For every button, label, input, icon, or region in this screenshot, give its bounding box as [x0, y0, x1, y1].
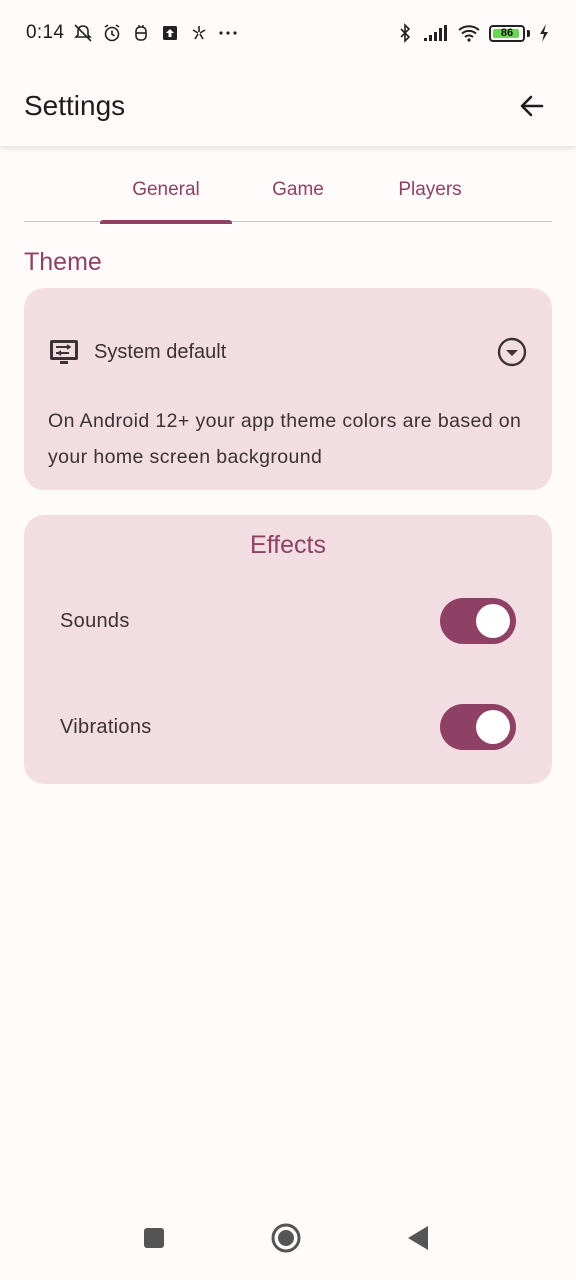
toggle-thumb: [476, 710, 510, 744]
tab-label: Game: [272, 179, 324, 200]
vibrations-label: Vibrations: [60, 715, 152, 738]
upload-icon: [163, 26, 178, 40]
effects-card: Effects Sounds Vibrations: [24, 515, 552, 784]
settings-screen: 0:14 86 Settings General Game Players Th…: [0, 0, 576, 1280]
sounds-toggle[interactable]: [440, 598, 516, 644]
navigation-bar: [0, 1206, 576, 1280]
status-right: 86: [395, 23, 550, 43]
theme-card: System default On Android 12+ your app t…: [24, 288, 552, 490]
effects-title: Effects: [250, 531, 326, 559]
home-button[interactable]: [266, 1218, 306, 1258]
sounds-label: Sounds: [60, 609, 130, 632]
recents-button[interactable]: [134, 1218, 174, 1258]
tab-label: Players: [398, 179, 462, 200]
sounds-row: Sounds: [60, 597, 516, 645]
bluetooth-icon: [400, 23, 411, 43]
back-button[interactable]: [512, 86, 552, 126]
alarm-icon: [104, 24, 120, 42]
app-notification-icon: [135, 25, 147, 41]
status-bar: 0:14 86: [0, 0, 576, 66]
theme-dropdown[interactable]: System default: [48, 336, 528, 368]
tab-players[interactable]: Players: [364, 158, 496, 222]
charging-icon: [540, 24, 548, 42]
tab-game[interactable]: Game: [232, 158, 364, 222]
muted-notifications-icon: [74, 24, 93, 42]
chevron-down-icon[interactable]: [496, 336, 528, 368]
battery-level: 86: [500, 27, 514, 39]
arrow-back-icon: [520, 95, 544, 117]
recents-icon: [144, 1228, 164, 1248]
home-icon: [271, 1223, 301, 1253]
nav-back-button[interactable]: [398, 1218, 438, 1258]
app-bar: Settings: [0, 66, 576, 146]
toggle-thumb: [476, 604, 510, 638]
more-icon: [219, 31, 237, 35]
theme-selected-value: System default: [94, 340, 227, 363]
wifi-icon: [458, 25, 480, 42]
page-title: Settings: [24, 90, 126, 121]
tab-label: General: [132, 179, 200, 200]
battery-icon: 86: [489, 24, 525, 42]
tab-general[interactable]: General: [100, 158, 232, 224]
monitor-settings-icon: [50, 340, 78, 364]
tab-bar: General Game Players: [24, 158, 552, 224]
theme-note: On Android 12+ your app theme colors are…: [48, 410, 522, 468]
status-left: 0:14: [26, 22, 238, 44]
battery-nub: [527, 29, 530, 37]
back-triangle-icon: [408, 1226, 428, 1250]
vibrations-toggle[interactable]: [440, 704, 516, 750]
sync-icon: [192, 26, 206, 40]
vibrations-row: Vibrations: [60, 703, 516, 751]
theme-section-title: Theme: [24, 248, 102, 276]
signal-icon: [424, 25, 447, 41]
status-time: 0:14: [26, 22, 65, 43]
